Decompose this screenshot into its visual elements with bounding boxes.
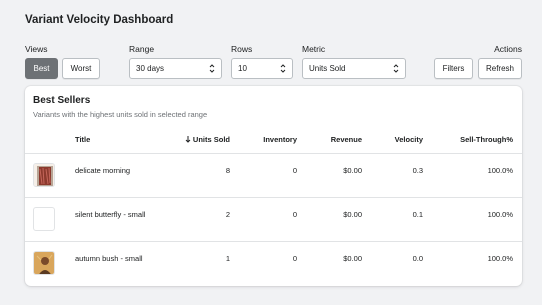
row-units-sold: 1: [225, 254, 230, 263]
metric-label: Metric: [302, 44, 326, 54]
column-header-sell-through[interactable]: Sell-Through%: [460, 135, 513, 144]
row-inventory: 0: [292, 254, 297, 263]
page-title: Variant Velocity Dashboard: [25, 14, 174, 26]
best-sellers-card: Best Sellers Variants with the highest u…: [25, 86, 522, 286]
rows-select-value: 10: [238, 64, 247, 73]
row-inventory: 0: [292, 166, 297, 175]
row-sell-through: 100.0%: [487, 210, 513, 219]
card-subtitle: Variants with the highest units sold in …: [33, 110, 208, 119]
row-velocity: 0.0: [412, 254, 423, 263]
column-header-units-sold-label: Units Sold: [192, 135, 230, 144]
select-caret-icon: [280, 64, 286, 73]
select-caret-icon: [209, 64, 215, 73]
row-velocity: 0.3: [412, 166, 423, 175]
column-header-revenue[interactable]: Revenue: [331, 135, 362, 144]
actions-label: Actions: [494, 44, 522, 54]
row-revenue: $0.00: [343, 166, 362, 175]
refresh-button[interactable]: Refresh: [478, 58, 522, 79]
range-select-value: 30 days: [136, 64, 165, 73]
rows-label: Rows: [231, 44, 253, 54]
card-title: Best Sellers: [33, 95, 91, 106]
table-row[interactable]: autumn bush - small 1 0 $0.00 0.0 100.0%: [25, 242, 522, 286]
column-header-units-sold[interactable]: Units Sold: [185, 135, 230, 144]
range-label: Range: [129, 44, 155, 54]
table-row[interactable]: silent butterfly - small 2 0 $0.00 0.1 1…: [25, 198, 522, 242]
row-title[interactable]: autumn bush - small: [75, 254, 143, 263]
row-title[interactable]: delicate morning: [75, 166, 130, 175]
column-header-inventory[interactable]: Inventory: [263, 135, 297, 144]
table-row[interactable]: delicate morning 8 0 $0.00 0.3 100.0%: [25, 154, 522, 198]
views-label: Views: [25, 44, 48, 54]
range-select[interactable]: 30 days: [129, 58, 222, 79]
blank-thumbnail-icon: [33, 207, 55, 231]
table-header: Title Units Sold Inventory Revenue Veloc…: [25, 126, 522, 154]
sort-descending-icon: [185, 136, 191, 143]
metric-select-value: Units Sold: [309, 64, 346, 73]
column-header-velocity[interactable]: Velocity: [395, 135, 423, 144]
metric-select[interactable]: Units Sold: [302, 58, 406, 79]
row-sell-through: 100.0%: [487, 166, 513, 175]
row-units-sold: 8: [225, 166, 230, 175]
filters-button[interactable]: Filters: [434, 58, 473, 79]
row-inventory: 0: [292, 210, 297, 219]
row-velocity: 0.1: [412, 210, 423, 219]
portrait-thumbnail-icon: [33, 251, 55, 275]
row-revenue: $0.00: [343, 210, 362, 219]
view-worst-button[interactable]: Worst: [62, 58, 100, 79]
row-units-sold: 2: [225, 210, 230, 219]
painting-thumbnail-icon: [33, 163, 55, 187]
rows-select[interactable]: 10: [231, 58, 293, 79]
row-revenue: $0.00: [343, 254, 362, 263]
view-best-button[interactable]: Best: [25, 58, 58, 79]
column-header-title[interactable]: Title: [75, 135, 90, 144]
row-title[interactable]: silent butterfly - small: [75, 210, 145, 219]
row-sell-through: 100.0%: [487, 254, 513, 263]
select-caret-icon: [393, 64, 399, 73]
